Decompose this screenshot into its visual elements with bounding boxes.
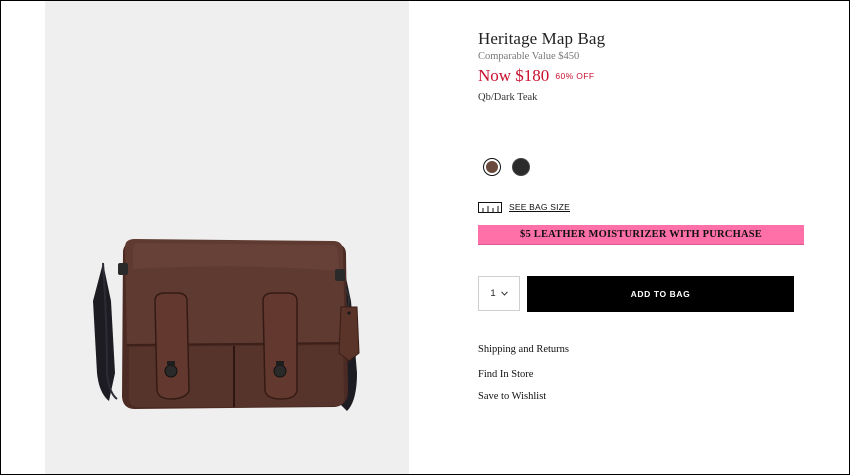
left-margin bbox=[1, 1, 45, 474]
chevron-down-icon bbox=[500, 291, 508, 296]
product-title: Heritage Map Bag bbox=[478, 29, 606, 48]
promo-banner: $5 LEATHER MOISTURIZER WITH PURCHASE bbox=[478, 225, 804, 245]
quantity-value: 1 bbox=[490, 288, 496, 299]
discount-badge: 60% OFF bbox=[555, 71, 595, 81]
color-name: Qb/Dark Teak bbox=[478, 92, 538, 103]
swatch-brown-fill bbox=[486, 161, 498, 173]
see-bag-size-link[interactable]: SEE BAG SIZE bbox=[509, 202, 570, 212]
find-in-store-link[interactable]: Find In Store bbox=[478, 369, 533, 380]
add-to-bag-button[interactable]: ADD TO BAG bbox=[527, 276, 794, 312]
swatch-brown[interactable] bbox=[483, 158, 501, 176]
price-row: Now $180 60% OFF bbox=[478, 66, 594, 86]
save-to-wishlist-link[interactable]: Save to Wishlist bbox=[478, 391, 546, 402]
product-image-panel[interactable] bbox=[45, 1, 409, 474]
shipping-returns-link[interactable]: Shipping and Returns bbox=[478, 344, 569, 355]
sale-price: Now $180 bbox=[478, 66, 550, 85]
swatch-black[interactable] bbox=[512, 158, 530, 176]
comparable-value: Comparable Value $450 bbox=[478, 51, 580, 62]
quantity-select[interactable]: 1 bbox=[478, 276, 520, 311]
ruler-icon bbox=[478, 202, 502, 213]
product-image bbox=[93, 239, 360, 411]
